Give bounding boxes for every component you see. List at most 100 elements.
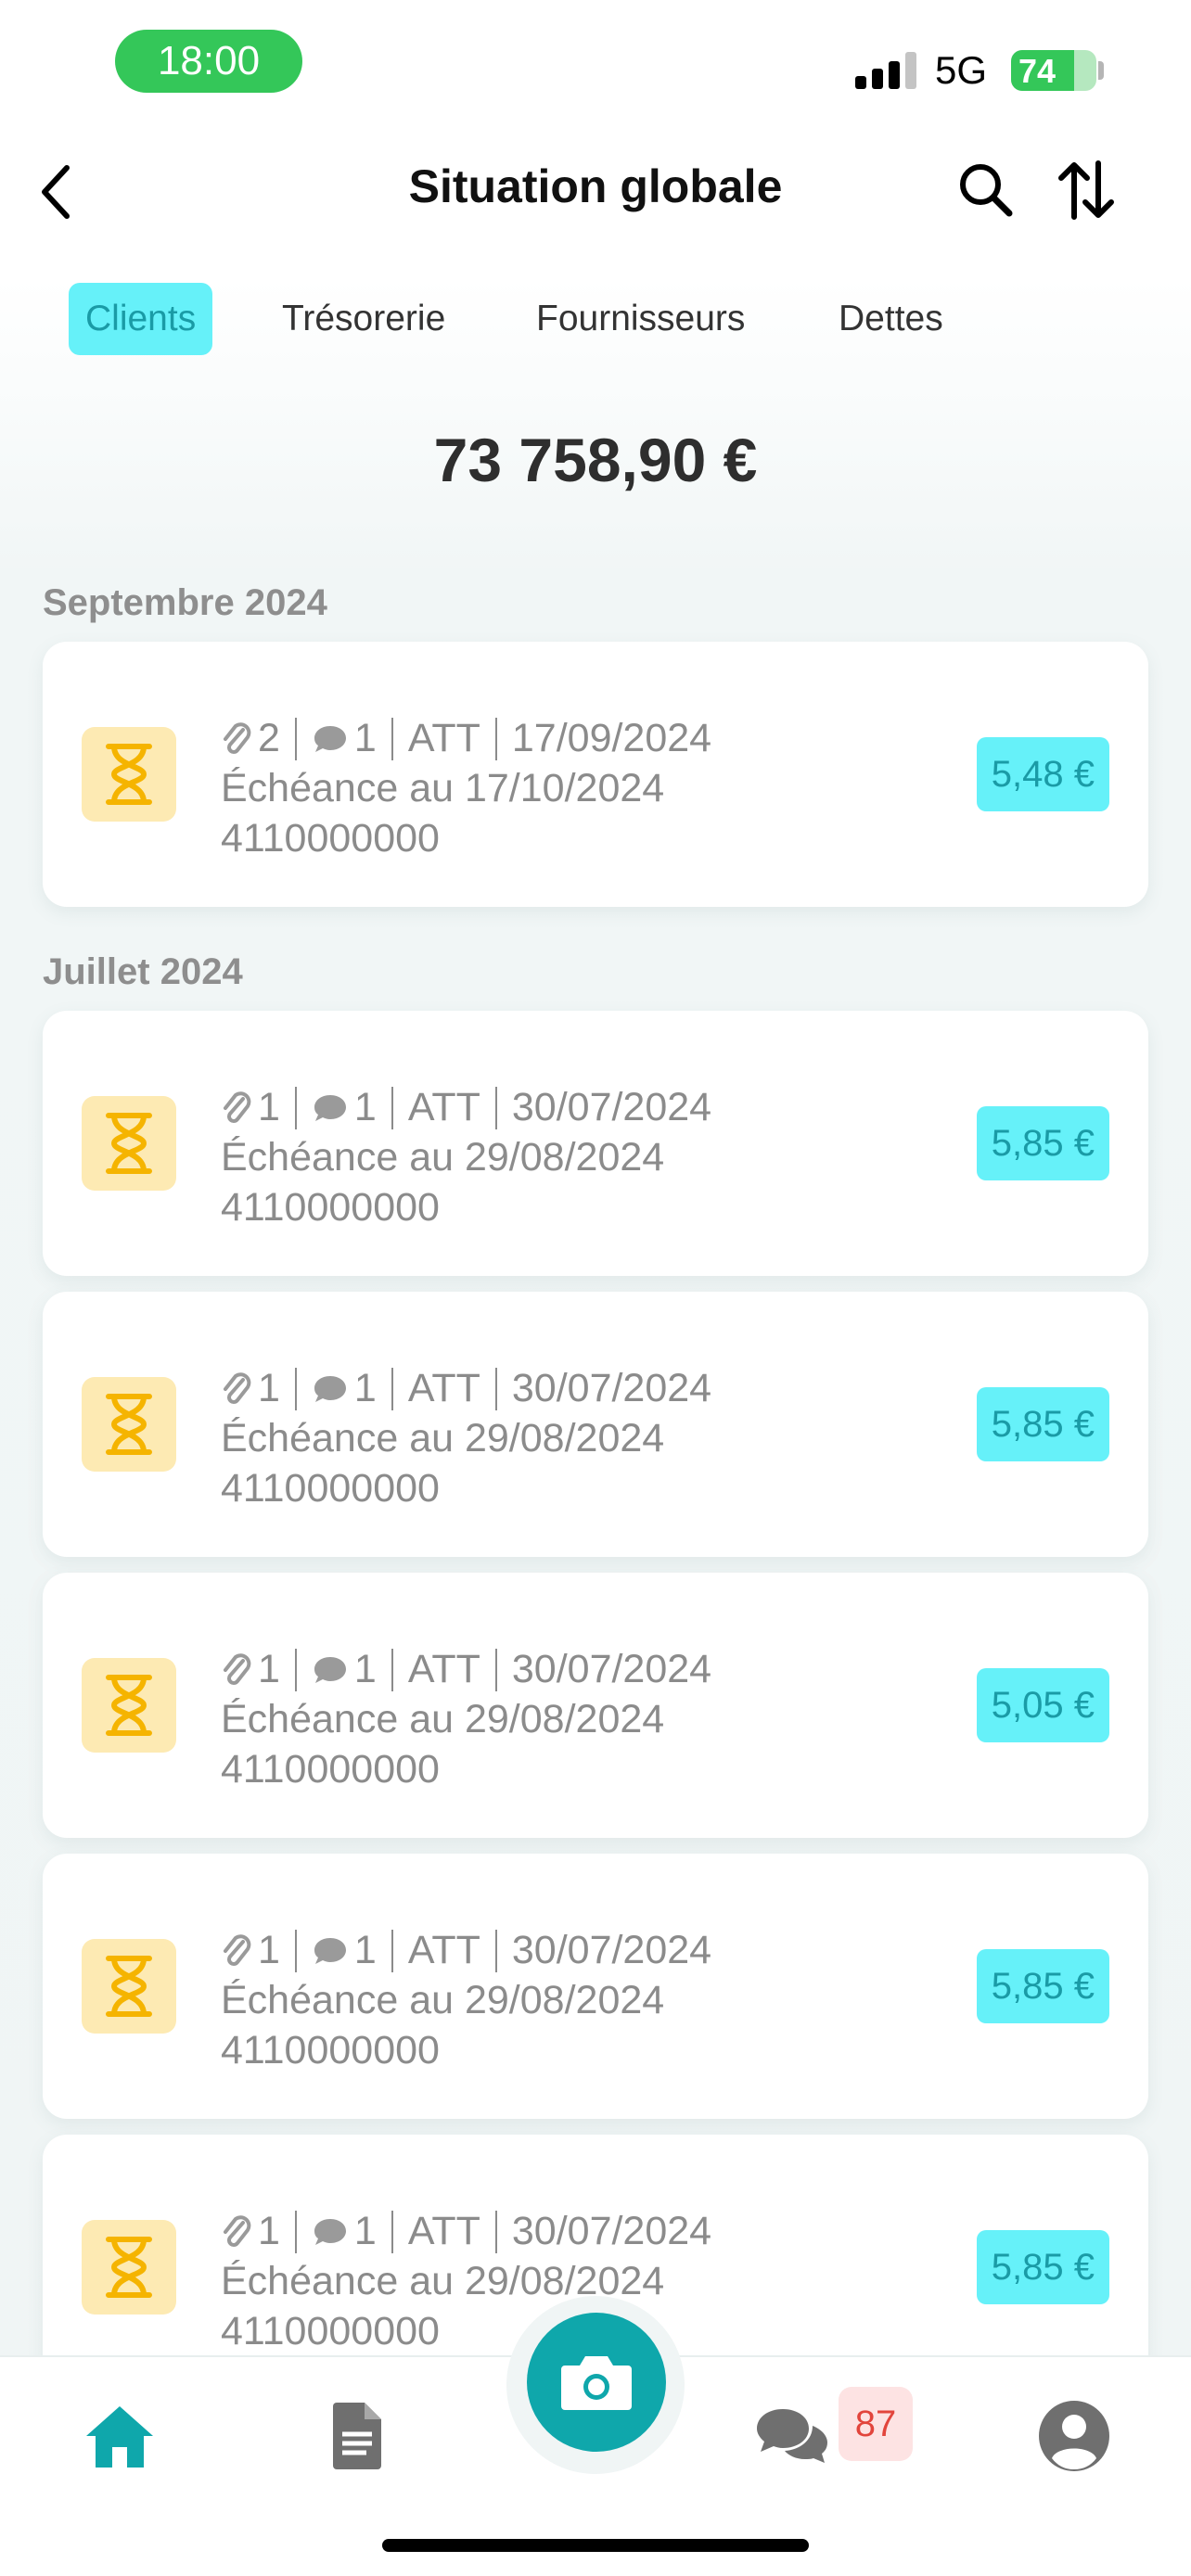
item-due-date: Échéance au 29/08/2024 <box>221 1697 665 1741</box>
comment-count: 1 <box>353 1085 377 1129</box>
item-due-date: Échéance au 29/08/2024 <box>221 1135 665 1180</box>
item-date: 30/07/2024 <box>511 2209 712 2253</box>
item-status: ATT <box>407 1085 480 1129</box>
item-status: ATT <box>407 1366 480 1410</box>
battery-icon: 74 <box>1011 50 1096 91</box>
home-indicator <box>382 2539 809 2552</box>
attachment-count: 2 <box>258 716 280 760</box>
nav-documents[interactable] <box>315 2394 399 2478</box>
tab-fournisseurs[interactable]: Fournisseurs <box>519 283 762 355</box>
item-due-date: Échéance au 29/08/2024 <box>221 1416 665 1460</box>
comment-count: 1 <box>353 1366 377 1410</box>
search-icon <box>960 164 1013 217</box>
section-label: Juillet 2024 <box>43 951 243 992</box>
hourglass-icon <box>82 1377 176 1472</box>
item-status: ATT <box>407 2209 480 2253</box>
list-item[interactable]: 1 1 ATT 30/07/2024 Échéance au 29/08/202… <box>43 1573 1148 1838</box>
paperclip-icon <box>224 1090 251 1123</box>
attachment-count: 1 <box>258 1928 280 1972</box>
total-amount: 73 758,90 € <box>433 426 758 494</box>
item-amount: 5,85 € <box>976 2230 1109 2304</box>
item-account: 4110000000 <box>221 1185 440 1230</box>
hourglass-icon <box>82 1658 176 1753</box>
item-date: 30/07/2024 <box>511 1085 712 1129</box>
comment-count: 1 <box>353 1647 377 1691</box>
tab-tresorerie[interactable]: Trésorerie <box>265 283 462 355</box>
signal-icon <box>855 52 916 89</box>
comment-count: 1 <box>353 1928 377 1972</box>
tab-dettes[interactable]: Dettes <box>822 283 960 355</box>
comment-icon <box>314 2218 346 2245</box>
item-amount: 5,05 € <box>976 1668 1109 1742</box>
attachment-count: 1 <box>258 1366 280 1410</box>
list-item[interactable]: 2 1 ATT 17/09/2024 Échéance au 17/10/202… <box>43 642 1148 907</box>
item-due-date: Échéance au 17/10/2024 <box>221 766 665 810</box>
search-button[interactable] <box>955 159 1017 221</box>
list-item[interactable]: 1 1 ATT 30/07/2024 Échéance au 29/08/202… <box>43 1011 1148 1276</box>
item-meta: 1 1 ATT 30/07/2024 <box>221 1647 711 1692</box>
chat-icon <box>757 2409 827 2463</box>
item-amount: 5,85 € <box>976 1387 1109 1461</box>
item-amount: 5,85 € <box>976 1949 1109 2023</box>
item-account: 4110000000 <box>221 2028 440 2072</box>
item-meta: 1 1 ATT 30/07/2024 <box>221 1085 711 1130</box>
attachment-count: 1 <box>258 1085 280 1129</box>
nav-messages[interactable] <box>746 2394 839 2478</box>
item-date: 30/07/2024 <box>511 1647 712 1691</box>
hourglass-icon <box>82 2220 176 2315</box>
item-meta: 1 1 ATT 30/07/2024 <box>221 2209 711 2254</box>
section-label: Septembre 2024 <box>43 582 327 623</box>
hourglass-icon <box>82 1096 176 1191</box>
document-icon <box>333 2403 381 2469</box>
battery-nub <box>1098 61 1104 80</box>
attachment-count: 1 <box>258 2209 280 2253</box>
item-amount: 5,48 € <box>976 737 1109 811</box>
camera-icon <box>561 2356 632 2410</box>
attachment-count: 1 <box>258 1647 280 1691</box>
comment-count: 1 <box>353 2209 377 2253</box>
camera-button[interactable] <box>527 2313 666 2452</box>
tab-clients[interactable]: Clients <box>69 283 213 355</box>
item-account: 4110000000 <box>221 1747 440 1792</box>
header: Situation globale <box>0 139 1191 241</box>
sort-icon <box>1058 160 1114 220</box>
item-status: ATT <box>407 716 480 760</box>
item-meta: 1 1 ATT 30/07/2024 <box>221 1366 711 1411</box>
item-due-date: Échéance au 29/08/2024 <box>221 1978 665 2022</box>
list-item[interactable]: 1 1 ATT 30/07/2024 Échéance au 29/08/202… <box>43 1854 1148 2119</box>
item-meta: 1 1 ATT 30/07/2024 <box>221 1928 711 1973</box>
item-account: 4110000000 <box>221 816 440 861</box>
nav-profile[interactable] <box>1028 2394 1121 2478</box>
paperclip-icon <box>224 1652 251 1685</box>
item-status: ATT <box>407 1928 480 1972</box>
paperclip-icon <box>224 721 251 754</box>
item-account: 4110000000 <box>221 2309 440 2353</box>
messages-badge: 87 <box>839 2387 913 2461</box>
list-item[interactable]: 1 1 ATT 30/07/2024 Échéance au 29/08/202… <box>43 1292 1148 1557</box>
comment-count: 1 <box>353 716 377 760</box>
sort-button[interactable] <box>1056 158 1117 223</box>
paperclip-icon <box>224 2214 251 2247</box>
tab-bar: Clients Trésorerie Fournisseurs Dettes <box>69 283 1135 355</box>
item-amount: 5,85 € <box>976 1106 1109 1180</box>
item-date: 17/09/2024 <box>511 716 712 760</box>
item-account: 4110000000 <box>221 1466 440 1511</box>
profile-icon <box>1039 2401 1109 2471</box>
status-bar: 18:00 5G 74 <box>0 0 1191 130</box>
hourglass-icon <box>82 727 176 822</box>
hourglass-icon <box>82 1939 176 2034</box>
network-type: 5G <box>935 48 988 92</box>
status-time: 18:00 <box>115 30 302 93</box>
item-date: 30/07/2024 <box>511 1366 712 1410</box>
paperclip-icon <box>224 1371 251 1404</box>
comment-icon <box>314 1656 346 1683</box>
item-meta: 2 1 ATT 17/09/2024 <box>221 716 711 761</box>
paperclip-icon <box>224 1933 251 1966</box>
comment-icon <box>314 1937 346 1964</box>
comment-icon <box>314 1094 346 1121</box>
comment-icon <box>314 1375 346 1402</box>
nav-home[interactable] <box>78 2394 161 2478</box>
battery-level: 74 <box>1018 52 1057 90</box>
home-icon <box>86 2406 153 2468</box>
item-date: 30/07/2024 <box>511 1928 712 1972</box>
